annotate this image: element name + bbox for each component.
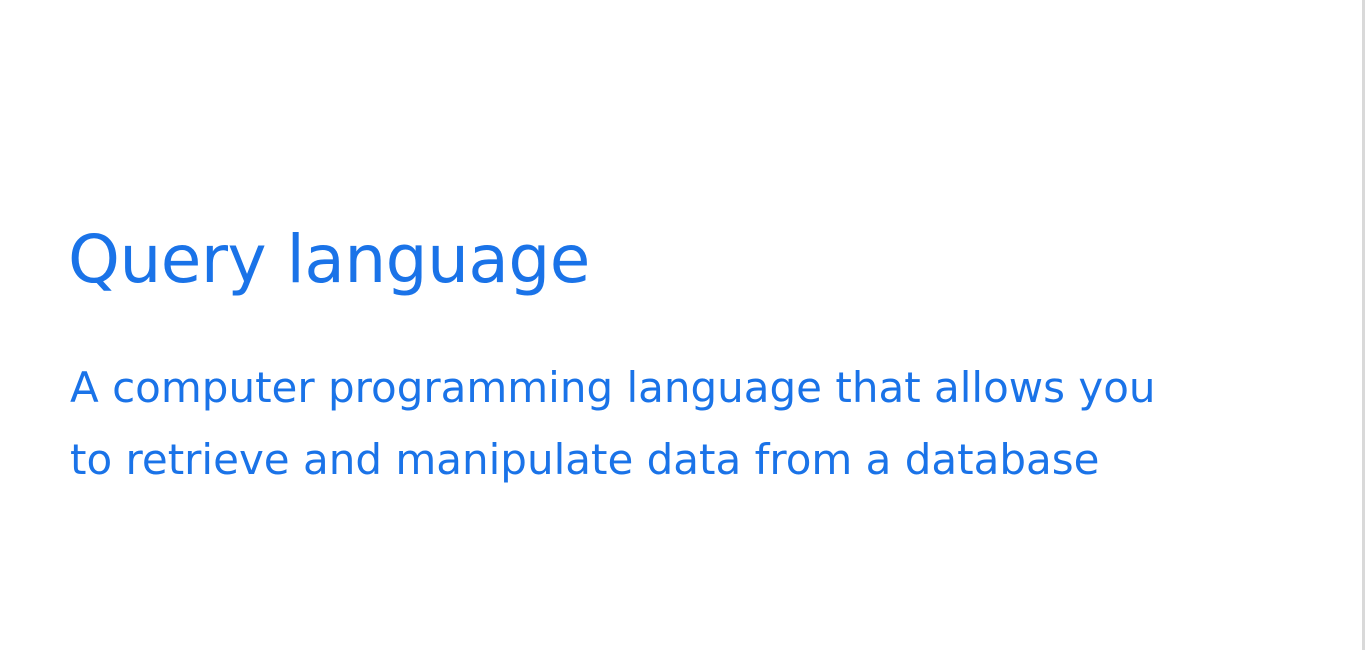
definition-line-1: A computer programming language that all… (70, 363, 1156, 412)
slide-title: Query language (68, 221, 590, 298)
slide: Query language A computer programming la… (0, 0, 1365, 650)
definition-line-2: to retrieve and manipulate data from a d… (70, 435, 1100, 484)
definition-text: A computer programming language that all… (70, 352, 1330, 496)
